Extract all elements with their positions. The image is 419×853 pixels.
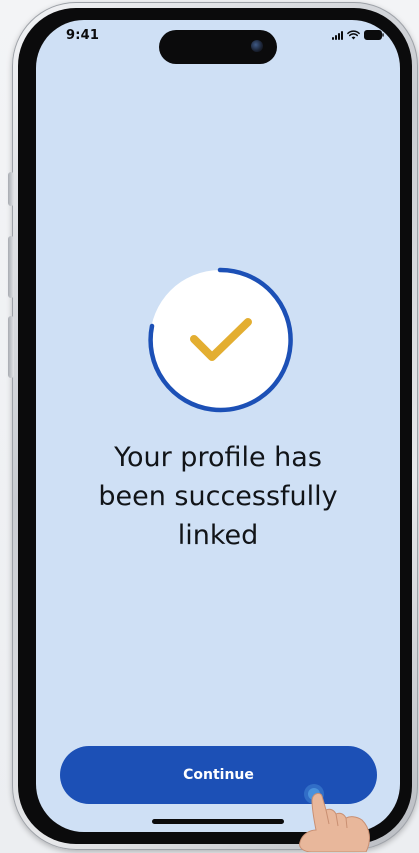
status-bar: 9:41 <box>36 20 400 64</box>
volume-down-button <box>8 316 14 378</box>
success-message: Your profile has been successfully linke… <box>98 442 338 551</box>
home-indicator <box>152 819 284 824</box>
wifi-icon <box>347 30 360 40</box>
signal-icon <box>332 30 343 40</box>
volume-up-button <box>8 236 14 298</box>
dynamic-island <box>159 30 277 64</box>
status-time: 9:41 <box>66 28 100 43</box>
action-button <box>8 172 14 206</box>
success-check-badge <box>148 267 293 413</box>
battery-icon <box>364 30 384 40</box>
screen: 9:41 Your profile has been successfully … <box>36 20 400 832</box>
tap-hand-icon <box>299 784 370 852</box>
stage: 9:41 Your profile has been successfully … <box>0 0 419 853</box>
status-icons <box>332 30 384 40</box>
camera-icon <box>251 40 263 52</box>
